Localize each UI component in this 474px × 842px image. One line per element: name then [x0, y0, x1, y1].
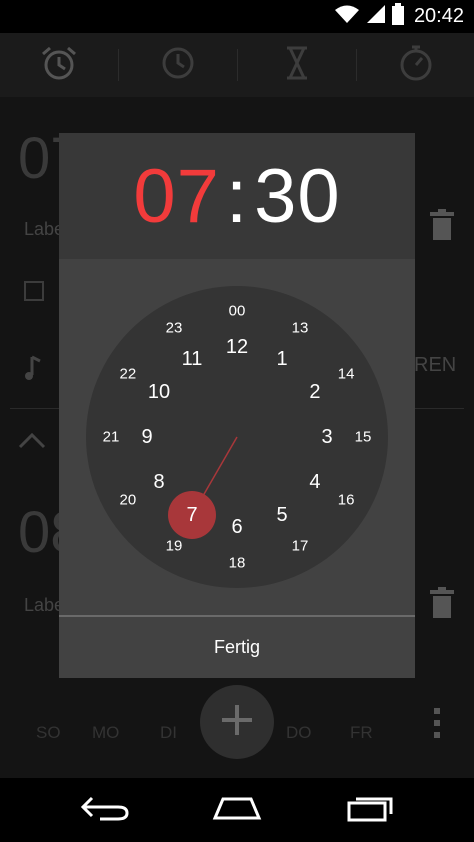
inner-hour-label[interactable]: 23 [166, 319, 183, 336]
outer-hour-label[interactable]: 7 [186, 504, 197, 526]
battery-icon [391, 3, 404, 30]
inner-hour-label[interactable]: 16 [338, 492, 355, 509]
outer-hour-label[interactable]: 12 [226, 336, 248, 358]
stopwatch-icon [399, 45, 433, 86]
inner-hour-label[interactable]: 22 [120, 366, 137, 383]
inner-hour-label[interactable]: 17 [292, 538, 309, 555]
outer-hour-label[interactable]: 9 [141, 426, 152, 448]
plus-icon [220, 703, 254, 742]
home-icon [211, 796, 263, 825]
outer-hour-label[interactable]: 4 [309, 471, 320, 493]
repeat-checkbox-1[interactable] [24, 281, 44, 301]
day-toggle[interactable]: MO [92, 723, 119, 743]
time-separator: : [225, 153, 249, 239]
status-bar: 20:42 [0, 0, 474, 33]
status-time: 20:42 [413, 5, 464, 27]
inner-hour-label[interactable]: 13 [292, 319, 309, 336]
signal-icon [366, 4, 386, 29]
tab-bar [0, 33, 474, 97]
outer-hour-label[interactable]: 2 [309, 381, 320, 403]
inner-hour-label[interactable]: 20 [120, 492, 137, 509]
hour-dial[interactable]: 121234567891011001314151617181920212223 [86, 286, 388, 588]
status-icons: 20:42 [334, 3, 464, 30]
back-button[interactable] [75, 790, 135, 830]
clock-icon [161, 46, 195, 85]
chevron-up-icon[interactable] [18, 431, 46, 454]
trash-icon[interactable] [430, 587, 454, 624]
time-display-header: 07 : 30 [59, 133, 415, 259]
inner-hour-label[interactable]: 15 [355, 429, 372, 446]
home-button[interactable] [207, 790, 267, 830]
done-button[interactable]: Fertig [59, 615, 415, 678]
music-note-icon[interactable] [24, 355, 42, 386]
overflow-menu-icon[interactable] [432, 707, 442, 744]
outer-hour-label[interactable]: 1 [276, 348, 287, 370]
inner-hour-label[interactable]: 21 [103, 429, 120, 446]
tab-stopwatch[interactable] [357, 33, 474, 97]
hourglass-icon [285, 46, 309, 85]
navigation-bar [0, 778, 474, 842]
trash-icon[interactable] [430, 209, 454, 246]
tab-timer[interactable] [238, 33, 356, 97]
tab-alarm[interactable] [0, 33, 118, 97]
outer-hour-label[interactable]: 8 [153, 471, 164, 493]
outer-hour-label[interactable]: 6 [231, 516, 242, 538]
inner-hour-label[interactable]: 00 [229, 303, 246, 320]
recents-button[interactable] [340, 790, 400, 830]
day-toggle[interactable]: DO [286, 723, 312, 743]
ringtone-action[interactable]: REN [414, 354, 456, 377]
outer-hour-label[interactable]: 11 [182, 348, 203, 370]
day-toggle[interactable]: FR [350, 723, 373, 743]
tab-clock[interactable] [119, 33, 237, 97]
wifi-icon [334, 4, 360, 29]
hours-display[interactable]: 07 [133, 153, 220, 240]
inner-hour-label[interactable]: 14 [338, 366, 355, 383]
back-arrow-icon [80, 794, 130, 827]
inner-hour-label[interactable]: 18 [229, 555, 246, 572]
day-toggle[interactable]: SO [36, 723, 61, 743]
minutes-display[interactable]: 30 [254, 153, 341, 240]
outer-hour-label[interactable]: 10 [148, 381, 170, 403]
alarm-clock-icon [40, 45, 78, 86]
day-toggle[interactable]: DI [160, 723, 177, 743]
add-alarm-button[interactable] [200, 685, 274, 759]
outer-hour-label[interactable]: 5 [276, 504, 287, 526]
done-button-label: Fertig [213, 637, 260, 657]
recents-icon [347, 794, 393, 827]
outer-hour-label[interactable]: 3 [321, 426, 332, 448]
time-display: 07 : 30 [133, 153, 340, 240]
inner-hour-label[interactable]: 19 [166, 538, 183, 555]
